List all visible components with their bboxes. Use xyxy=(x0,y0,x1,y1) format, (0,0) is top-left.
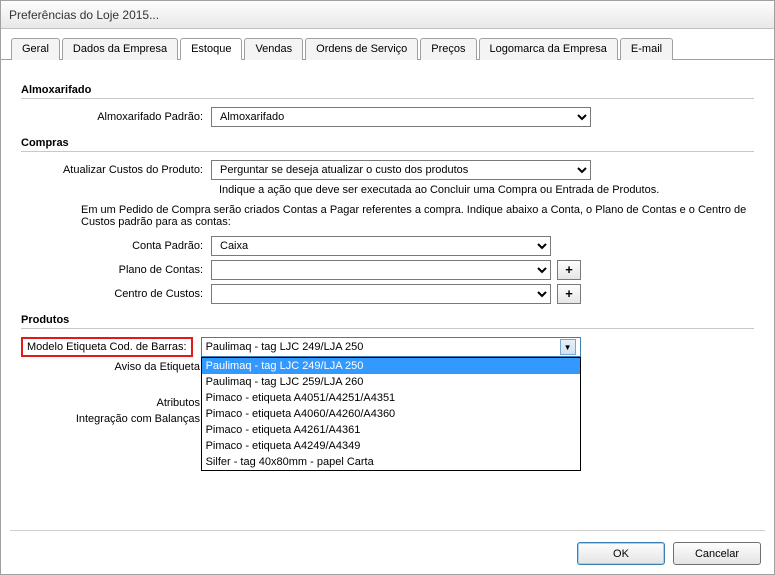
section-produtos-title: Produtos xyxy=(21,314,754,329)
plano-contas-select[interactable] xyxy=(211,260,551,280)
window-titlebar: Preferências do Loje 2015... xyxy=(1,1,774,29)
dropdown-option[interactable]: Paulimaq - tag LJC 249/LJA 250 xyxy=(202,358,580,374)
dropdown-option[interactable]: Silfer - tag 40x80mm - papel Carta xyxy=(202,454,580,470)
tab-email[interactable]: E-mail xyxy=(620,38,673,60)
section-compras-title: Compras xyxy=(21,137,754,152)
tab-ordens-servico[interactable]: Ordens de Serviço xyxy=(305,38,418,60)
atualizar-custos-select[interactable]: Perguntar se deseja atualizar o custo do… xyxy=(211,160,591,180)
almoxarifado-padrao-select[interactable]: Almoxarifado xyxy=(211,107,591,127)
integracao-balancas-label: Integração com Balanças: xyxy=(21,413,211,425)
almoxarifado-padrao-label: Almoxarifado Padrão: xyxy=(21,111,211,123)
cancel-button[interactable]: Cancelar xyxy=(673,542,761,565)
modelo-etiqueta-combo[interactable]: Paulimaq - tag LJC 249/LJA 250 ▼ xyxy=(201,337,581,357)
conta-padrao-label: Conta Padrão: xyxy=(21,240,211,252)
modelo-etiqueta-dropdown[interactable]: Paulimaq - tag LJC 249/LJA 250 Paulimaq … xyxy=(201,357,581,471)
ok-button[interactable]: OK xyxy=(577,542,665,565)
chevron-down-icon: ▼ xyxy=(560,339,576,355)
dropdown-option[interactable]: Pimaco - etiqueta A4051/A4251/A4351 xyxy=(202,390,580,406)
modelo-etiqueta-value: Paulimaq - tag LJC 249/LJA 250 xyxy=(206,341,364,353)
tab-vendas[interactable]: Vendas xyxy=(244,38,303,60)
tab-precos[interactable]: Preços xyxy=(420,38,476,60)
atualizar-custos-label: Atualizar Custos do Produto: xyxy=(21,164,211,176)
window-title: Preferências do Loje 2015... xyxy=(9,8,159,22)
tab-estoque[interactable]: Estoque xyxy=(180,38,242,60)
dropdown-option[interactable]: Pimaco - etiqueta A4060/A4260/A4360 xyxy=(202,406,580,422)
centro-custos-add-button[interactable]: + xyxy=(557,284,581,304)
tab-logomarca[interactable]: Logomarca da Empresa xyxy=(479,38,618,60)
dropdown-option[interactable]: Paulimaq - tag LJC 259/LJA 260 xyxy=(202,374,580,390)
aviso-etiqueta-label: Aviso da Etiqueta: xyxy=(21,361,211,373)
plano-contas-label: Plano de Contas: xyxy=(21,264,211,276)
section-almoxarifado-title: Almoxarifado xyxy=(21,84,754,99)
atributos-label: Atributos: xyxy=(21,397,211,409)
centro-custos-label: Centro de Custos: xyxy=(21,288,211,300)
dropdown-option[interactable]: Pimaco - etiqueta A4249/A4349 xyxy=(202,438,580,454)
dialog-button-bar: OK Cancelar xyxy=(577,542,761,565)
modelo-etiqueta-label-highlight: Modelo Etiqueta Cod. de Barras: xyxy=(21,337,193,357)
modelo-etiqueta-label: Modelo Etiqueta Cod. de Barras: xyxy=(27,341,187,353)
compras-help1: Indique a ação que deve ser executada ao… xyxy=(219,184,754,196)
conta-padrao-select[interactable]: Caixa xyxy=(211,236,551,256)
tab-dados-empresa[interactable]: Dados da Empresa xyxy=(62,38,178,60)
dropdown-option[interactable]: Pimaco - etiqueta A4261/A4361 xyxy=(202,422,580,438)
footer-separator xyxy=(10,530,765,531)
plano-contas-add-button[interactable]: + xyxy=(557,260,581,280)
compras-help2: Em um Pedido de Compra serão criados Con… xyxy=(81,204,754,228)
centro-custos-select[interactable] xyxy=(211,284,551,304)
tab-geral[interactable]: Geral xyxy=(11,38,60,60)
tab-content: Almoxarifado Almoxarifado Padrão: Almoxa… xyxy=(1,60,774,463)
tab-bar: Geral Dados da Empresa Estoque Vendas Or… xyxy=(1,29,774,60)
